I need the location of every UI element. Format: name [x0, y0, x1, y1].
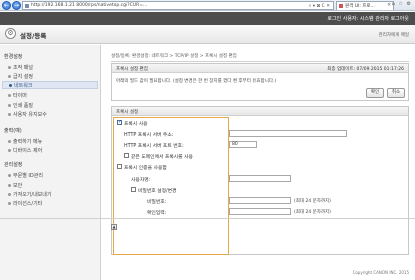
use-proxy-label: 프록시 사용 — [124, 122, 148, 127]
bullet-icon — [8, 148, 11, 152]
http-address-label: HTTP 프록시 서버 주소: — [124, 133, 174, 138]
http-address-input[interactable] — [229, 130, 347, 137]
sidebar-item-label: 라이선스/기타 — [13, 201, 43, 207]
sidebar: 환경설정 조작 패널 급지 설정 네트워크 타이머 인쇄 품질 사용자 유지보수… — [0, 45, 101, 280]
ok-button[interactable]: 확인 — [366, 88, 384, 98]
bullet-icon — [8, 139, 11, 143]
bullet-icon — [8, 65, 11, 69]
sidebar-item-device-control[interactable]: 디바이스 제어 — [8, 147, 42, 154]
sidebar-item-network[interactable]: 네트워크 — [2, 81, 98, 89]
browser-tab[interactable]: 원격 UI: 프로... ✕ — [336, 1, 394, 10]
sidebar-item-label: 급지 설정 — [13, 74, 33, 80]
title-bar: ⚙ 설정/등록 관리자에게 메일 — [0, 25, 415, 44]
browser-toolbar: ← → http://192.168.1.21 8000/rps/nativet… — [0, 0, 415, 11]
sidebar-section-title: 관리설정 — [4, 162, 23, 168]
sidebar-item-print-menu[interactable]: 출력하기 메뉴 — [8, 138, 42, 145]
instruction-text: 아래의 필드 값이 필요합니다. (설정 변경은 한 번 장치를 껐다 켠 후부… — [116, 79, 277, 84]
password-label: 비밀번호: — [147, 200, 167, 205]
bullet-icon — [8, 192, 11, 196]
mail-admin-link[interactable]: 관리자에게 메일 — [379, 32, 409, 38]
username-label: 사용자명: — [131, 178, 151, 183]
login-info[interactable]: 로그인 사용자: 시스템 관리자 로그아웃 — [327, 15, 409, 22]
sidebar-item-label: 조작 패널 — [13, 65, 33, 71]
address-bar[interactable]: http://192.168.1.21 8000/rps/nativetop.c… — [22, 1, 334, 10]
address-bar-tools[interactable]: ⌕ ▾ ⊠ C ✕ — [309, 3, 330, 9]
use-auth-label: 프록시 인증을 사용함 — [124, 166, 167, 171]
password-hint: (최대 24 문자까지) — [294, 199, 331, 204]
http-port-label: HTTP 프록시 서버 포트 번호: — [124, 144, 184, 149]
forward-button[interactable]: → — [12, 1, 21, 10]
back-to-top-icon[interactable]: ▲ — [111, 224, 117, 230]
panel-title: 프록시 설정 편집 — [116, 67, 148, 72]
bullet-icon — [8, 201, 11, 205]
bullet-icon — [8, 103, 11, 107]
header-strip: 로그인 사용자: 시스템 관리자 로그아웃 — [0, 12, 415, 25]
back-button[interactable]: ← — [2, 1, 11, 10]
set-password-checkbox[interactable] — [131, 187, 136, 192]
main-content: 설정/등록: 환경설정: 네트워크 > TCP/IP 설정 > 프록시 설정 편… — [103, 45, 415, 280]
panel-header: 프록시 설정 편집 최종 업데이트: 07/09 2015 01:17:26 — [112, 64, 408, 73]
bullet-icon — [9, 83, 12, 87]
divider — [111, 61, 409, 62]
panel-title: 프록시 설정 — [116, 110, 139, 115]
sidebar-section-title: 출력(예) — [4, 128, 22, 134]
breadcrumb: 설정/등록: 환경설정: 네트워크 > TCP/IP 설정 > 프록시 설정 편… — [111, 54, 237, 59]
confirm-label: 확인입력: — [147, 211, 167, 216]
same-domain-checkbox[interactable] — [124, 153, 129, 158]
sidebar-item-label: 가져오기/내보내기 — [13, 192, 52, 198]
tab-title: 원격 UI: 프로... — [345, 4, 375, 9]
bullet-icon — [8, 112, 11, 116]
sidebar-item-label: 사용자 유지보수 — [13, 112, 47, 118]
sidebar-item-import-export[interactable]: 가져오기/내보내기 — [8, 191, 52, 198]
sidebar-item-label: 네트워크 — [14, 83, 33, 89]
sidebar-item-print-quality[interactable]: 인쇄 품질 — [8, 102, 33, 109]
tab-favicon-icon — [339, 4, 343, 8]
sidebar-item-label: 보안 — [13, 183, 23, 189]
panel-header: 프록시 설정 — [112, 107, 408, 116]
page-title: 설정/등록 — [20, 32, 47, 40]
sidebar-item-label: 출력하기 메뉴 — [13, 139, 43, 145]
confirm-input[interactable] — [229, 208, 291, 215]
sidebar-item-dept-id[interactable]: 부문별 ID관리 — [8, 172, 43, 179]
sidebar-section-title: 환경설정 — [4, 54, 23, 60]
password-input[interactable] — [229, 197, 291, 204]
cancel-button[interactable]: 취소 — [387, 88, 405, 98]
last-updated: 최종 업데이트: 07/09 2015 01:17:26 — [327, 67, 404, 72]
confirm-hint: (최대 24 문자까지) — [294, 210, 331, 215]
bullet-icon — [8, 74, 11, 78]
same-domain-label: 같은 도메인에서 프록시를 사용 — [131, 155, 193, 160]
use-proxy-checkbox[interactable] — [117, 119, 122, 125]
settings-icon: ⚙ — [5, 28, 16, 39]
use-auth-checkbox[interactable] — [117, 164, 122, 169]
page-icon — [25, 4, 29, 8]
bullet-icon — [8, 93, 11, 97]
sidebar-item-label: 부문별 ID관리 — [13, 173, 43, 179]
sidebar-item-control-panel[interactable]: 조작 패널 — [8, 64, 33, 71]
sidebar-item-maintenance[interactable]: 사용자 유지보수 — [8, 111, 47, 118]
proxy-settings-panel: 프록시 설정 프록시 사용 HTTP 프록시 서버 주소: HTTP 프록시 서… — [111, 106, 409, 255]
tab-close-icon[interactable]: ✕ — [387, 3, 391, 8]
sidebar-item-label: 인쇄 품질 — [13, 103, 33, 109]
username-input[interactable] — [229, 175, 291, 182]
sidebar-item-paper-settings[interactable]: 급지 설정 — [8, 73, 33, 80]
copyright: Copyright CANON INC. 2015 — [352, 270, 409, 275]
sidebar-item-label: 디바이스 제어 — [13, 148, 43, 154]
footer-divider — [0, 218, 415, 219]
bullet-icon — [8, 183, 11, 187]
url-text: http://192.168.1.21 8000/rps/nativetop.c… — [31, 3, 148, 8]
http-port-input[interactable]: 80 — [229, 141, 257, 148]
edit-proxy-panel: 프록시 설정 편집 최종 업데이트: 07/09 2015 01:17:26 아… — [111, 63, 409, 101]
sidebar-item-timer[interactable]: 타이머 — [8, 92, 27, 99]
browser-tools-icons[interactable]: ⌂ ☆ ⚙ — [392, 1, 412, 7]
sidebar-item-label: 타이머 — [13, 93, 27, 99]
sidebar-item-license[interactable]: 라이선스/기타 — [8, 200, 42, 207]
bullet-icon — [8, 173, 11, 177]
sidebar-item-security[interactable]: 보안 — [8, 182, 22, 189]
set-password-label: 비밀번호 설정/변경 — [138, 189, 177, 194]
